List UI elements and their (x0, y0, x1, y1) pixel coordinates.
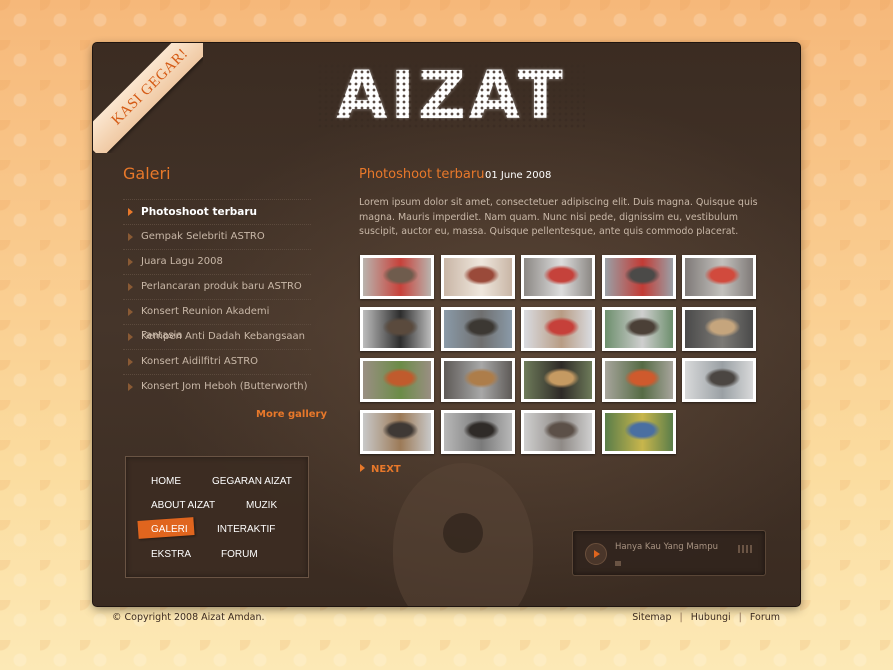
gallery-item[interactable]: Konsert Jom Heboh (Butterworth) (123, 374, 311, 399)
play-icon[interactable] (585, 543, 607, 565)
photo-thumbnail[interactable] (601, 255, 676, 299)
gallery-item[interactable]: Photoshoot terbaru (123, 199, 311, 224)
photo-thumbnail[interactable] (521, 306, 595, 351)
next-link[interactable]: NEXT (360, 464, 401, 475)
photo-image (524, 412, 592, 451)
gallery-item[interactable]: Kempen Anti Dadah Kebangsaan (123, 324, 311, 349)
photo-image (524, 258, 592, 296)
content-description: Lorem ipsum dolor sit amet, consectetuer… (359, 197, 758, 237)
gallery-item[interactable]: Konsert Aidilfitri ASTRO (123, 349, 311, 374)
site-logo[interactable]: AIZAT (317, 63, 585, 129)
photo-image (685, 361, 753, 399)
photo-image (604, 258, 673, 296)
photo-image (443, 361, 512, 399)
photo-image (604, 412, 673, 451)
photo-image (604, 309, 673, 348)
photo-image (363, 361, 431, 399)
gallery-item[interactable]: Gempak Selebriti ASTRO (123, 224, 311, 249)
footer-separator: | (738, 612, 742, 623)
photo-thumbnail[interactable] (682, 255, 756, 299)
photo-thumbnail[interactable] (682, 358, 756, 402)
ribbon-label: KASI GEGAR! (93, 43, 203, 153)
photo-thumbnail[interactable] (360, 409, 434, 454)
photo-thumbnail[interactable] (521, 255, 595, 299)
photo-thumbnail[interactable] (360, 255, 434, 299)
gallery-item[interactable]: Juara Lagu 2008 (123, 249, 311, 274)
main-navigation: HOME GEGARAN AIZAT ABOUT AIZAT MUZIK GAL… (125, 456, 309, 578)
gallery-list: Photoshoot terbaru Gempak Selebriti ASTRO… (123, 199, 311, 399)
photo-thumbnail[interactable] (360, 306, 434, 351)
gallery-title: Galeri (123, 164, 171, 183)
photo-thumbnail[interactable] (601, 409, 676, 454)
photo-thumbnail[interactable] (601, 358, 676, 402)
gallery-item[interactable]: Konsert Reunion Akademi Fantasia (123, 299, 311, 341)
photo-thumbnail[interactable] (682, 306, 756, 351)
nav-galeri[interactable]: GALERI (151, 524, 188, 535)
photo-image (363, 412, 431, 451)
music-player: Hanya Kau Yang Mampu (572, 530, 766, 576)
guitar-soundhole-image (443, 513, 483, 553)
gallery-item[interactable]: Perlancaran produk baru ASTRO (123, 274, 311, 299)
footer-copyright: © Copyright 2008 Aizat Amdan. (112, 612, 265, 623)
nav-gegaran-aizat[interactable]: GEGARAN AIZAT (212, 476, 292, 487)
nav-home[interactable]: HOME (151, 476, 181, 487)
nav-muzik[interactable]: MUZIK (246, 500, 277, 511)
photo-thumbnail[interactable] (440, 409, 515, 454)
footer-links: Sitemap | Hubungi | Forum (632, 612, 780, 623)
nav-ekstra[interactable]: EKSTRA (151, 549, 191, 560)
footer-link-forum[interactable]: Forum (750, 612, 780, 623)
player-track-title: Hanya Kau Yang Mampu (615, 542, 718, 552)
footer-link-sitemap[interactable]: Sitemap (632, 612, 671, 623)
photo-thumbnail[interactable] (521, 409, 595, 454)
photo-thumbnail[interactable] (440, 255, 515, 299)
photo-image (604, 361, 673, 399)
photo-image (443, 412, 512, 451)
photo-image (363, 309, 431, 348)
content-title: Photoshoot terbaru (359, 167, 485, 182)
photo-image (443, 309, 512, 348)
more-gallery-link[interactable]: More gallery (256, 409, 327, 420)
photo-thumbnail[interactable] (440, 306, 515, 351)
photo-image (685, 258, 753, 296)
next-arrow-icon (360, 464, 365, 472)
nav-forum[interactable]: FORUM (221, 549, 258, 560)
photo-thumbnail[interactable] (360, 358, 434, 402)
nav-about-aizat[interactable]: ABOUT AIZAT (151, 500, 215, 511)
footer-link-hubungi[interactable]: Hubungi (691, 612, 731, 623)
photo-image (363, 258, 431, 296)
player-progress-bar[interactable] (615, 561, 621, 566)
photo-thumbnail[interactable] (440, 358, 515, 402)
ribbon-corner: KASI GEGAR! (93, 43, 203, 153)
nav-interaktif[interactable]: INTERAKTIF (217, 524, 275, 535)
footer-separator: | (679, 612, 683, 623)
photo-image (443, 258, 512, 296)
volume-icon[interactable] (736, 545, 752, 553)
content-date: 01 June 2008 (485, 170, 552, 181)
photo-thumbnail[interactable] (601, 306, 676, 351)
photo-image (685, 309, 753, 348)
photo-thumbnail[interactable] (521, 358, 595, 402)
next-label: NEXT (371, 464, 401, 475)
main-panel: KASI GEGAR! AIZAT Galeri Photoshoot terb… (93, 43, 800, 606)
photo-image (524, 309, 592, 348)
photo-image (524, 361, 592, 399)
